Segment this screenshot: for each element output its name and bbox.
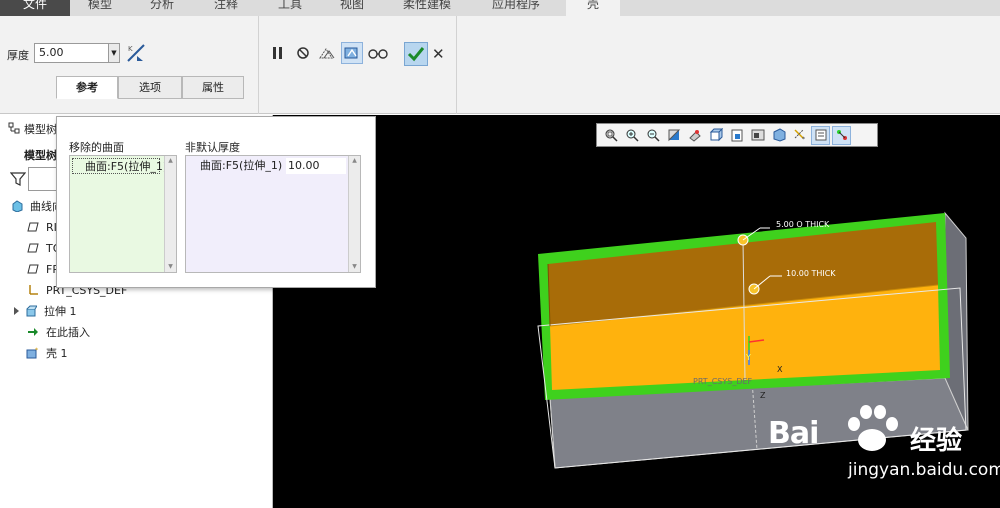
verify-mode-icon[interactable] (341, 42, 363, 64)
zoom-in-icon[interactable] (622, 126, 641, 145)
datum-display-icon[interactable]: * (790, 126, 809, 145)
csys-icon (26, 283, 40, 297)
view-manager-icon[interactable] (748, 126, 767, 145)
menu-bar: 文件 模型 分析 注释 工具 视图 柔性建模 应用程序 壳 (0, 0, 1000, 16)
list-scrollbar[interactable]: ▲ ▼ (164, 156, 176, 272)
spin-center-icon[interactable] (685, 126, 704, 145)
ok-button[interactable] (404, 42, 428, 66)
model-tree-subtitle: 模型树 (24, 149, 57, 162)
tab-applications[interactable]: 应用程序 (474, 0, 558, 16)
nondefault-thickness-value[interactable]: 10.00 (286, 158, 346, 174)
perspective-icon[interactable] (769, 126, 788, 145)
insert-arrow-icon (26, 325, 40, 339)
watermark-brand-cn: 经验 (910, 426, 963, 456)
datum-plane-icon (26, 241, 40, 255)
part-icon (10, 199, 24, 213)
tab-flexible-modeling[interactable]: 柔性建模 (384, 0, 470, 16)
nondefault-thickness-list[interactable]: 曲面:F5(拉伸_1) 10.00 ▲ ▼ (185, 155, 361, 273)
removed-surfaces-label: 移除的曲面 (69, 141, 124, 154)
dimension-10-thick[interactable]: 10.00 THICK (786, 269, 836, 278)
watermark-url: jingyan.baidu.com (848, 460, 1000, 480)
extrude-icon (24, 304, 38, 318)
nondefault-surface-item[interactable]: 曲面:F5(拉伸_1) 10.00 (188, 158, 346, 174)
tab-tools[interactable]: 工具 (260, 0, 320, 16)
tab-analysis[interactable]: 分析 (132, 0, 192, 16)
repaint-icon[interactable] (664, 126, 683, 145)
tree-item-insert-here[interactable]: 在此插入 (26, 323, 90, 341)
tree-item-label: 壳 1 (46, 347, 68, 360)
thickness-label: 厚度 (7, 49, 29, 62)
nondefault-surface-name: 曲面:F5(拉伸_1) (200, 159, 283, 172)
separate-preview-icon[interactable] (316, 42, 338, 64)
model-tree-title: 模型树 (24, 123, 57, 136)
filter-icon[interactable] (9, 171, 27, 187)
glasses-preview-icon[interactable] (367, 42, 389, 64)
display-style-icon[interactable] (706, 126, 725, 145)
references-panel: 移除的曲面 非默认厚度 曲面:F5(拉伸_1) ▲ ▼ 曲面:F5(拉伸_1) 1… (56, 116, 376, 288)
watermark-brand: Bai (768, 416, 819, 451)
tree-item-label: 拉伸 1 (44, 305, 77, 318)
tab-model[interactable]: 模型 (72, 0, 128, 16)
tab-shell[interactable]: 壳 (566, 0, 620, 16)
tree-item-label: 在此插入 (46, 326, 90, 339)
view-toolbar: * (596, 123, 878, 147)
svg-text:*: * (35, 347, 38, 354)
tab-view[interactable]: 视图 (324, 0, 380, 16)
removed-surface-item[interactable]: 曲面:F5(拉伸_1) (72, 158, 167, 174)
dimension-5-thick[interactable]: 5.00 O THICK (776, 220, 829, 229)
pause-icon[interactable] (267, 42, 289, 64)
zoom-out-icon[interactable] (643, 126, 662, 145)
svg-text:K: K (128, 45, 133, 53)
axis-x-label: X (777, 365, 783, 374)
expand-arrow-icon[interactable] (12, 304, 20, 318)
ribbon (0, 16, 1000, 114)
no-preview-icon[interactable] (292, 42, 314, 64)
spin-center-display-icon[interactable] (832, 125, 851, 145)
annotation-display-icon[interactable] (811, 125, 830, 145)
axis-y-label: Y (746, 353, 751, 362)
nondefault-thickness-label: 非默认厚度 (185, 141, 240, 154)
datum-plane-icon (26, 262, 40, 276)
datum-plane-icon (26, 220, 40, 234)
ribbon-separator (456, 16, 457, 114)
cancel-button[interactable]: ✕ (432, 45, 445, 63)
axis-z-label: Z (760, 391, 766, 400)
saved-orientations-icon[interactable] (727, 126, 746, 145)
removed-surfaces-list[interactable]: 曲面:F5(拉伸_1) ▲ ▼ (69, 155, 177, 273)
tab-file[interactable]: 文件 (0, 0, 70, 16)
tab-properties[interactable]: 属性 (182, 76, 244, 99)
thickness-dropdown-button[interactable]: ▼ (108, 43, 120, 63)
tab-options[interactable]: 选项 (118, 76, 182, 99)
list-scrollbar[interactable]: ▲ ▼ (348, 156, 360, 272)
svg-text:*: * (802, 136, 805, 142)
tree-hierarchy-icon (8, 122, 20, 137)
csys-label: PRT_CSYS_DEF (693, 377, 753, 386)
shell-icon: * (26, 346, 40, 360)
tree-item-shell[interactable]: * 壳 1 (26, 344, 68, 362)
tree-item-extrude[interactable]: 拉伸 1 (12, 302, 77, 320)
baidu-watermark: Bai 经验 jingyan.baidu.com (760, 400, 1000, 500)
tab-references[interactable]: 参考 (56, 76, 118, 99)
paw-logo-icon (840, 404, 904, 459)
ribbon-separator (258, 16, 259, 114)
flip-direction-icon[interactable]: K (125, 42, 147, 64)
tab-annotate[interactable]: 注释 (196, 0, 256, 16)
model-tree-header: 模型树 (8, 121, 57, 137)
refit-icon[interactable] (601, 126, 620, 145)
